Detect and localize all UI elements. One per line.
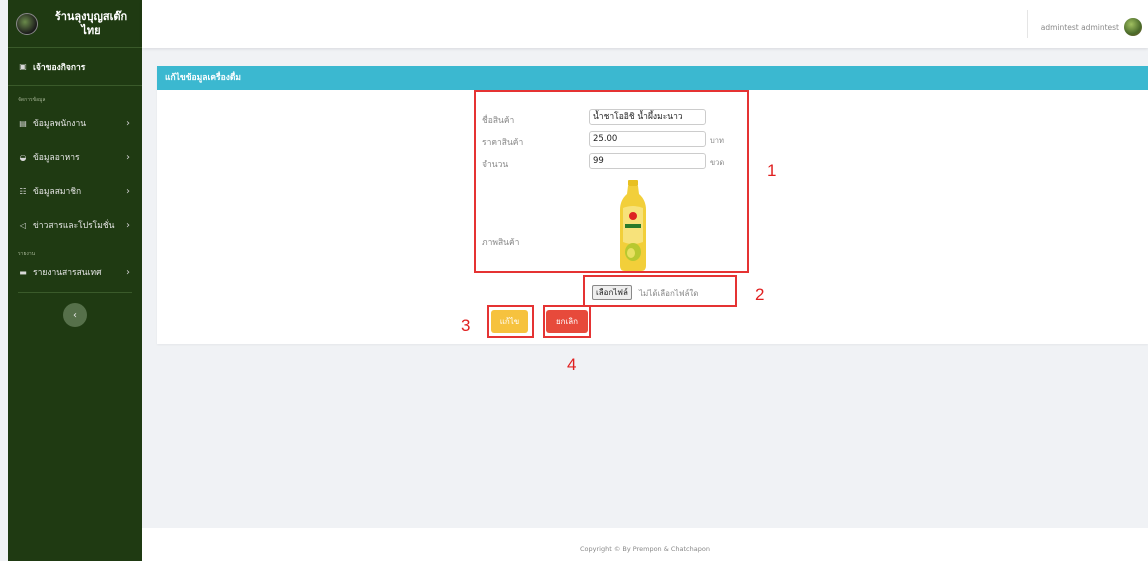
annotation-box-3: [487, 305, 534, 338]
chevron-right-icon: ›: [126, 266, 130, 278]
annotation-box-2: [583, 275, 737, 307]
sidebar-item-label: รายงานสารสนเทศ: [33, 268, 102, 278]
footer: Copyright © By Prempon & Chatchapon: [142, 528, 1148, 561]
annotation-number-3: 3: [461, 316, 471, 335]
section-label-report: รายงาน: [18, 251, 36, 257]
food-bowl-icon: ◒: [19, 152, 27, 162]
sidebar-item-employees[interactable]: ▤ ข้อมูลพนักงาน ›: [8, 106, 142, 140]
annotation-box-4: [543, 305, 591, 338]
user-menu[interactable]: admintest admintest: [1041, 18, 1142, 36]
brand[interactable]: ร้านลุงบุญสเต๊กไทย: [8, 0, 142, 48]
chevron-right-icon: ›: [126, 185, 130, 197]
folder-icon: ▬: [19, 267, 27, 277]
annotation-number-4: 4: [567, 355, 577, 374]
user-name: admintest admintest: [1040, 22, 1119, 32]
sidebar-item-label: ข้อมูลอาหาร: [33, 153, 80, 163]
users-icon: ☷: [19, 186, 27, 196]
sidebar-item-label: ข้อมูลพนักงาน: [33, 119, 87, 129]
sidebar-item-label: เจ้าของกิจการ: [33, 62, 86, 73]
topbar-divider: [1027, 10, 1028, 38]
sidebar-item-label: ข่าวสารและโปรโมชั่น: [33, 221, 115, 231]
brand-logo: [16, 12, 38, 35]
card-title: แก้ไขข้อมูลเครื่องดื่ม: [157, 66, 1148, 90]
brand-title: ร้านลุงบุญสเต๊กไทย: [54, 9, 128, 37]
sidebar-divider: [18, 292, 132, 293]
chevron-right-icon: ›: [126, 117, 130, 129]
sidebar-item-food[interactable]: ◒ ข้อมูลอาหาร ›: [8, 140, 142, 174]
section-label-manage: จัดการข้อมูล: [18, 97, 46, 103]
sidebar-item-owner[interactable]: ▣ เจ้าของกิจการ: [8, 48, 142, 86]
avatar[interactable]: [1124, 18, 1142, 36]
annotation-box-1: [474, 90, 749, 273]
sidebar-item-members[interactable]: ☷ ข้อมูลสมาชิก ›: [8, 174, 142, 208]
id-card-icon: ▤: [19, 118, 27, 128]
sidebar-item-news[interactable]: ◁ ข่าวสารและโปรโมชั่น ›: [8, 208, 142, 242]
id-badge-icon: ▣: [19, 62, 27, 71]
megaphone-icon: ◁: [19, 220, 27, 230]
sidebar: ร้านลุงบุญสเต๊กไทย ▣ เจ้าของกิจการ จัดกา…: [8, 0, 142, 561]
topbar: admintest admintest: [142, 0, 1148, 48]
chevron-right-icon: ›: [126, 151, 130, 163]
chevron-left-icon: ‹: [73, 309, 77, 321]
copyright-text: Copyright © By Prempon & Chatchapon: [580, 545, 710, 553]
sidebar-item-label: ข้อมูลสมาชิก: [33, 187, 82, 197]
sidebar-collapse-button[interactable]: ‹: [63, 303, 87, 327]
annotation-number-2: 2: [755, 285, 765, 304]
annotation-number-1: 1: [767, 161, 777, 180]
sidebar-item-reports[interactable]: ▬ รายงานสารสนเทศ ›: [8, 260, 142, 284]
chevron-right-icon: ›: [126, 219, 130, 231]
